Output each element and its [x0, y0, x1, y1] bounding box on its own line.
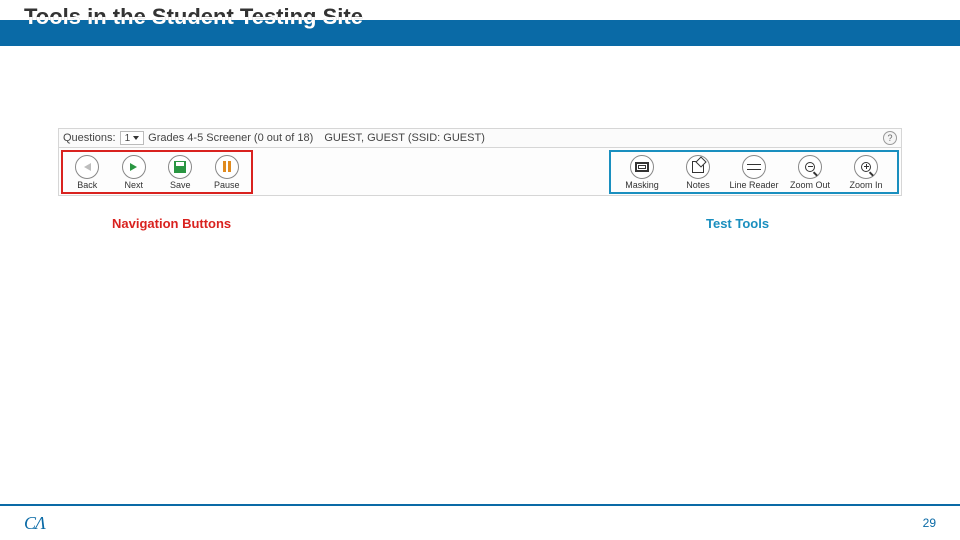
logo: CΛ	[24, 513, 45, 534]
save-icon	[168, 155, 192, 179]
callout-test-tools: Test Tools	[706, 216, 769, 231]
line-reader-button[interactable]: Line Reader	[727, 155, 781, 190]
user-info: GUEST, GUEST (SSID: GUEST)	[324, 132, 485, 144]
callout-navigation: Navigation Buttons	[112, 216, 231, 231]
next-button[interactable]: Next	[114, 155, 155, 190]
masking-icon	[630, 155, 654, 179]
zoom-out-icon	[798, 155, 822, 179]
status-bar: Questions: 1 Grades 4-5 Screener (0 out …	[58, 128, 902, 148]
arrow-left-icon	[75, 155, 99, 179]
notes-label: Notes	[686, 180, 710, 190]
line-reader-label: Line Reader	[729, 180, 778, 190]
zoom-in-button[interactable]: Zoom In	[839, 155, 893, 190]
save-label: Save	[170, 180, 191, 190]
pause-label: Pause	[214, 180, 240, 190]
app-screenshot: Questions: 1 Grades 4-5 Screener (0 out …	[58, 128, 902, 196]
line-reader-icon	[742, 155, 766, 179]
test-tools-group: Masking Notes Line Reader Zoom Out Zoom …	[609, 150, 899, 194]
chevron-down-icon	[133, 136, 139, 140]
zoom-out-button[interactable]: Zoom Out	[783, 155, 837, 190]
question-dropdown[interactable]: 1	[120, 131, 145, 145]
question-value: 1	[125, 133, 131, 144]
footer: CΛ 29	[0, 504, 960, 540]
masking-label: Masking	[625, 180, 659, 190]
back-button[interactable]: Back	[67, 155, 108, 190]
questions-label: Questions:	[63, 132, 116, 144]
pause-icon	[215, 155, 239, 179]
zoom-in-label: Zoom In	[849, 180, 882, 190]
page-number: 29	[923, 516, 936, 530]
help-button[interactable]: ?	[883, 131, 897, 145]
toolbar: Back Next Save Pause Masking Notes	[58, 148, 902, 196]
save-button[interactable]: Save	[160, 155, 201, 190]
arrow-right-icon	[122, 155, 146, 179]
test-info: Grades 4-5 Screener (0 out of 18)	[148, 132, 313, 144]
navigation-buttons-group: Back Next Save Pause	[61, 150, 253, 194]
title-band: Tools in the Student Testing Site Tools …	[0, 0, 960, 48]
notes-icon	[686, 155, 710, 179]
masking-button[interactable]: Masking	[615, 155, 669, 190]
back-label: Back	[77, 180, 97, 190]
pause-button[interactable]: Pause	[207, 155, 248, 190]
zoom-in-icon	[854, 155, 878, 179]
notes-button[interactable]: Notes	[671, 155, 725, 190]
zoom-out-label: Zoom Out	[790, 180, 830, 190]
next-label: Next	[124, 180, 143, 190]
